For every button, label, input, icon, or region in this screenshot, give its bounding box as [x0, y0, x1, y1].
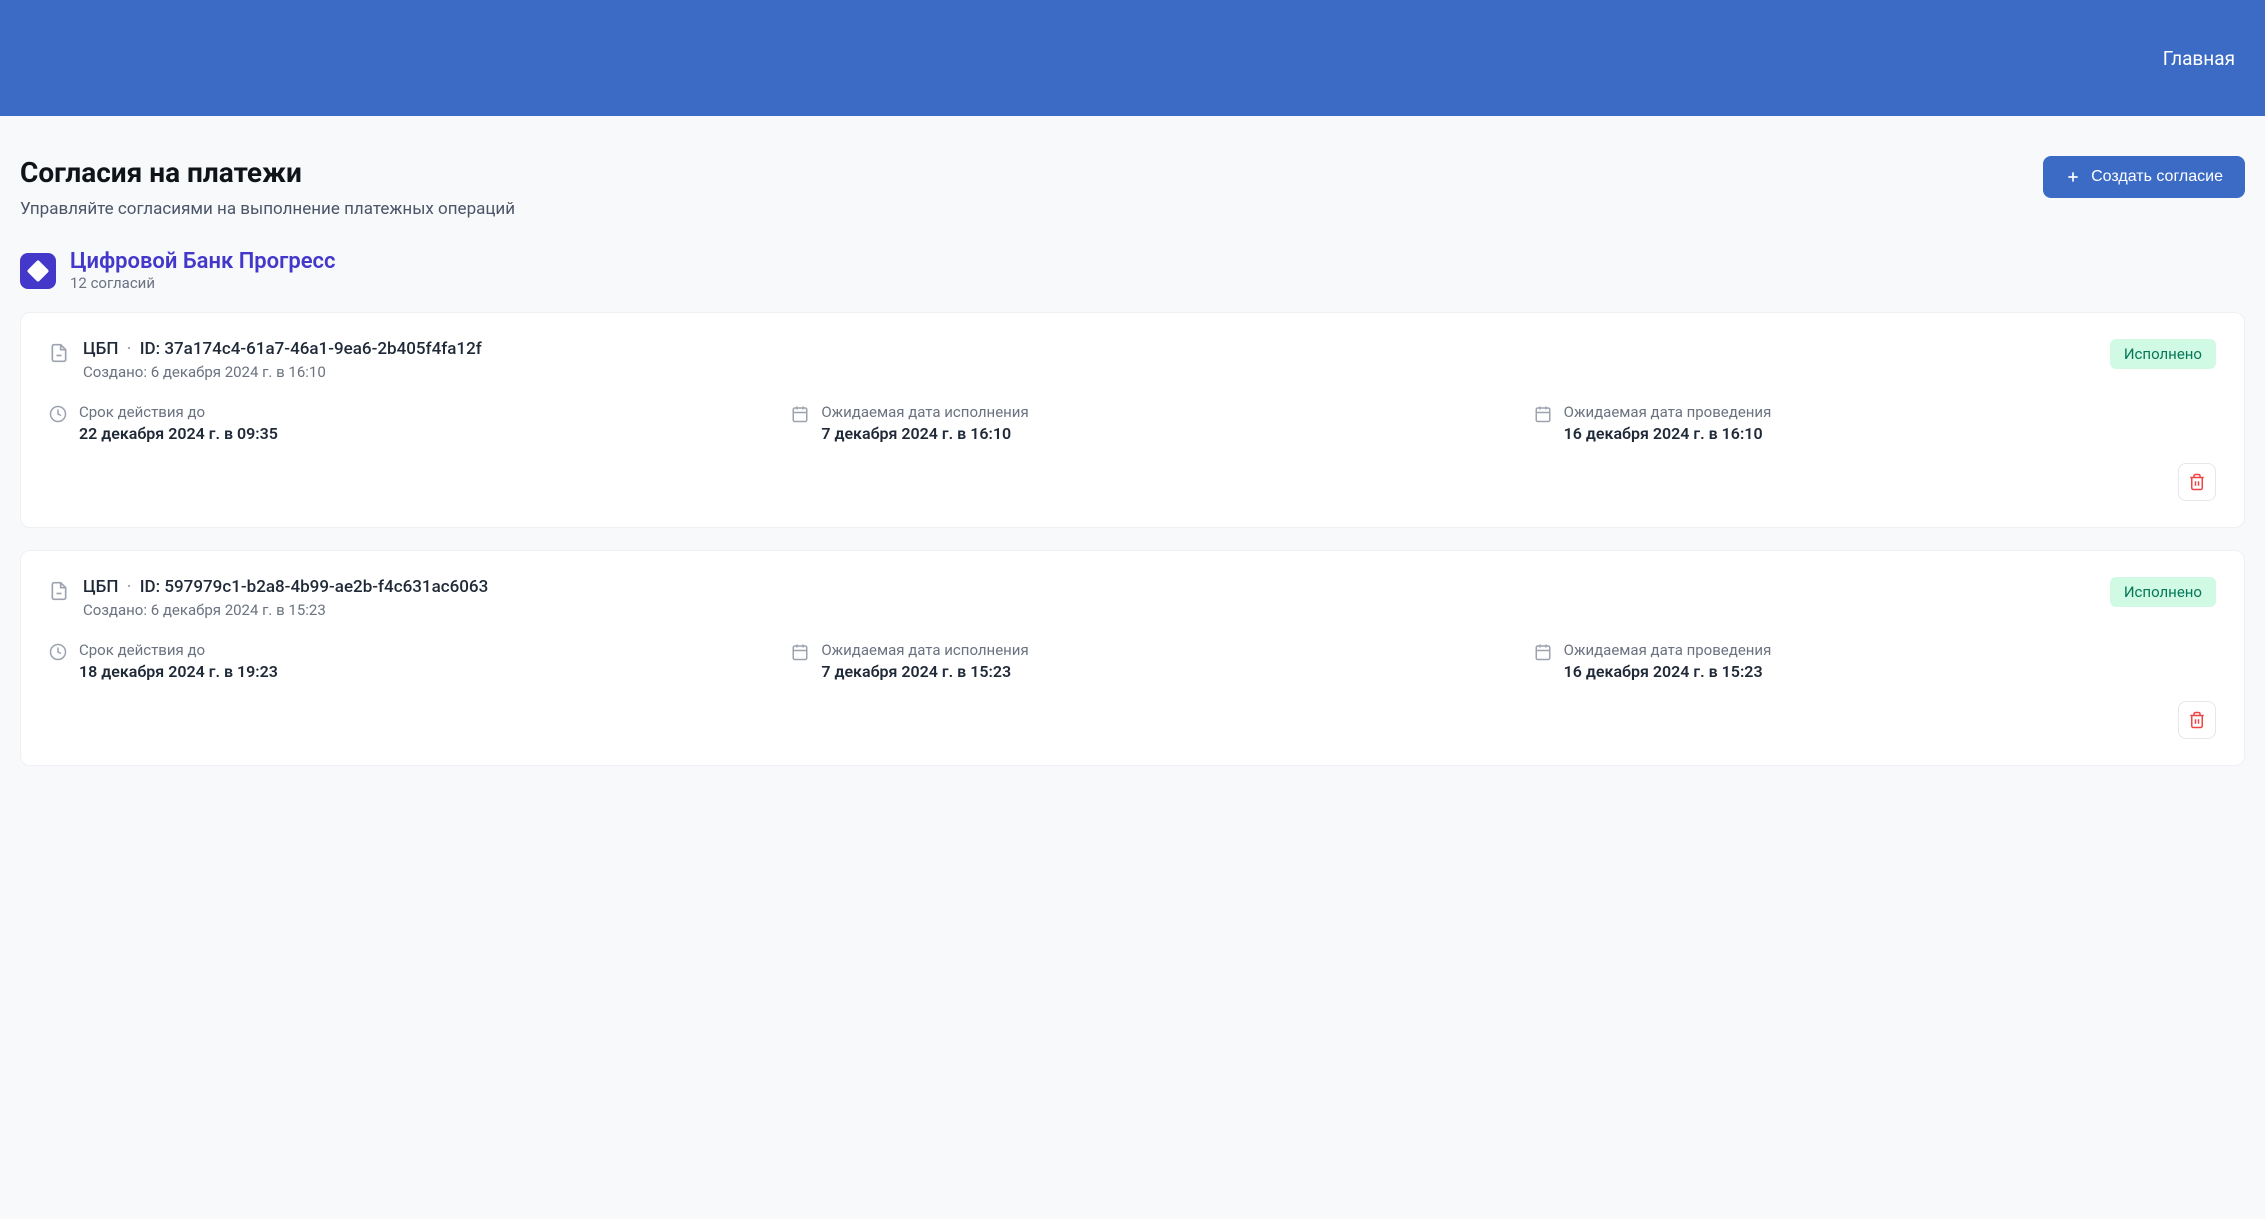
consent-header: ЦБП · ID: 597979c1-b2a8-4b99-ae2b-f4c631… — [49, 577, 2216, 619]
execution-value: 7 декабря 2024 г. в 15:23 — [821, 662, 1028, 681]
page-header: Согласия на платежи Управляйте согласиям… — [20, 156, 2245, 219]
consent-footer — [49, 701, 2216, 739]
date-info: Ожидаемая дата проведения 16 декабря 202… — [1564, 641, 1772, 681]
page-subtitle: Управляйте согласиями на выполнение плат… — [20, 199, 2043, 219]
delete-button[interactable] — [2178, 463, 2216, 501]
bank-name: Цифровой Банк Прогресс — [70, 249, 336, 274]
settlement-label: Ожидаемая дата проведения — [1564, 641, 1772, 659]
consent-id: ID: 37a174c4-61a7-46a1-9ea6-2b405f4fa12f — [140, 339, 482, 359]
main-content: Согласия на платежи Управляйте согласиям… — [0, 116, 2265, 808]
bank-logo — [20, 253, 56, 289]
consent-title: ЦБП · ID: 597979c1-b2a8-4b99-ae2b-f4c631… — [83, 577, 488, 597]
status-badge: Исполнено — [2110, 577, 2216, 607]
trash-icon — [2188, 473, 2206, 491]
clock-icon — [49, 643, 67, 661]
calendar-icon — [791, 405, 809, 423]
calendar-icon — [791, 643, 809, 661]
consent-created: Создано: 6 декабря 2024 г. в 15:23 — [83, 601, 488, 619]
validity-value: 18 декабря 2024 г. в 19:23 — [79, 662, 278, 681]
file-icon — [49, 579, 69, 603]
status-badge: Исполнено — [2110, 339, 2216, 369]
bank-section: Цифровой Банк Прогресс 12 согласий — [20, 249, 2245, 292]
settlement-value: 16 декабря 2024 г. в 16:10 — [1564, 424, 1772, 443]
separator: · — [127, 339, 132, 359]
consent-card: ЦБП · ID: 597979c1-b2a8-4b99-ae2b-f4c631… — [20, 550, 2245, 766]
consent-title-section: ЦБП · ID: 37a174c4-61a7-46a1-9ea6-2b405f… — [83, 339, 482, 381]
validity-label: Срок действия до — [79, 641, 278, 659]
validity-block: Срок действия до 22 декабря 2024 г. в 09… — [49, 403, 731, 443]
settlement-label: Ожидаемая дата проведения — [1564, 403, 1772, 421]
date-info: Срок действия до 18 декабря 2024 г. в 19… — [79, 641, 278, 681]
validity-label: Срок действия до — [79, 403, 278, 421]
consent-title-section: ЦБП · ID: 597979c1-b2a8-4b99-ae2b-f4c631… — [83, 577, 488, 619]
header: Главная — [0, 0, 2265, 116]
diamond-icon — [27, 259, 50, 282]
home-link[interactable]: Главная — [2163, 47, 2235, 70]
consent-dates: Срок действия до 18 декабря 2024 г. в 19… — [49, 641, 2216, 681]
file-icon — [49, 341, 69, 365]
clock-icon — [49, 405, 67, 423]
plus-icon — [2065, 169, 2081, 185]
bank-consent-count: 12 согласий — [70, 274, 336, 292]
settlement-block: Ожидаемая дата проведения 16 декабря 202… — [1534, 641, 2216, 681]
execution-label: Ожидаемая дата исполнения — [821, 403, 1028, 421]
date-info: Ожидаемая дата проведения 16 декабря 202… — [1564, 403, 1772, 443]
execution-label: Ожидаемая дата исполнения — [821, 641, 1028, 659]
date-info: Ожидаемая дата исполнения 7 декабря 2024… — [821, 403, 1028, 443]
calendar-icon — [1534, 405, 1552, 423]
delete-button[interactable] — [2178, 701, 2216, 739]
validity-block: Срок действия до 18 декабря 2024 г. в 19… — [49, 641, 731, 681]
created-date: 6 декабря 2024 г. в 15:23 — [151, 601, 326, 619]
date-info: Срок действия до 22 декабря 2024 г. в 09… — [79, 403, 278, 443]
bank-info: Цифровой Банк Прогресс 12 согласий — [70, 249, 336, 292]
consent-header-left: ЦБП · ID: 37a174c4-61a7-46a1-9ea6-2b405f… — [49, 339, 482, 381]
consent-title: ЦБП · ID: 37a174c4-61a7-46a1-9ea6-2b405f… — [83, 339, 482, 359]
separator: · — [127, 577, 132, 597]
create-button-label: Создать согласие — [2091, 168, 2223, 186]
date-info: Ожидаемая дата исполнения 7 декабря 2024… — [821, 641, 1028, 681]
created-prefix: Создано: — [83, 601, 151, 619]
settlement-value: 16 декабря 2024 г. в 15:23 — [1564, 662, 1772, 681]
validity-value: 22 декабря 2024 г. в 09:35 — [79, 424, 278, 443]
consent-footer — [49, 463, 2216, 501]
calendar-icon — [1534, 643, 1552, 661]
settlement-block: Ожидаемая дата проведения 16 декабря 202… — [1534, 403, 2216, 443]
execution-block: Ожидаемая дата исполнения 7 декабря 2024… — [791, 641, 1473, 681]
execution-block: Ожидаемая дата исполнения 7 декабря 2024… — [791, 403, 1473, 443]
consent-code: ЦБП — [83, 339, 118, 359]
created-date: 6 декабря 2024 г. в 16:10 — [151, 363, 326, 381]
trash-icon — [2188, 711, 2206, 729]
consent-dates: Срок действия до 22 декабря 2024 г. в 09… — [49, 403, 2216, 443]
consent-created: Создано: 6 декабря 2024 г. в 16:10 — [83, 363, 482, 381]
consent-header-left: ЦБП · ID: 597979c1-b2a8-4b99-ae2b-f4c631… — [49, 577, 488, 619]
consent-header: ЦБП · ID: 37a174c4-61a7-46a1-9ea6-2b405f… — [49, 339, 2216, 381]
page-title-section: Согласия на платежи Управляйте согласиям… — [20, 156, 2043, 219]
create-consent-button[interactable]: Создать согласие — [2043, 156, 2245, 198]
consent-code: ЦБП — [83, 577, 118, 597]
execution-value: 7 декабря 2024 г. в 16:10 — [821, 424, 1028, 443]
consent-card: ЦБП · ID: 37a174c4-61a7-46a1-9ea6-2b405f… — [20, 312, 2245, 528]
page-title: Согласия на платежи — [20, 156, 2043, 189]
created-prefix: Создано: — [83, 363, 151, 381]
consent-id: ID: 597979c1-b2a8-4b99-ae2b-f4c631ac6063 — [140, 577, 489, 597]
